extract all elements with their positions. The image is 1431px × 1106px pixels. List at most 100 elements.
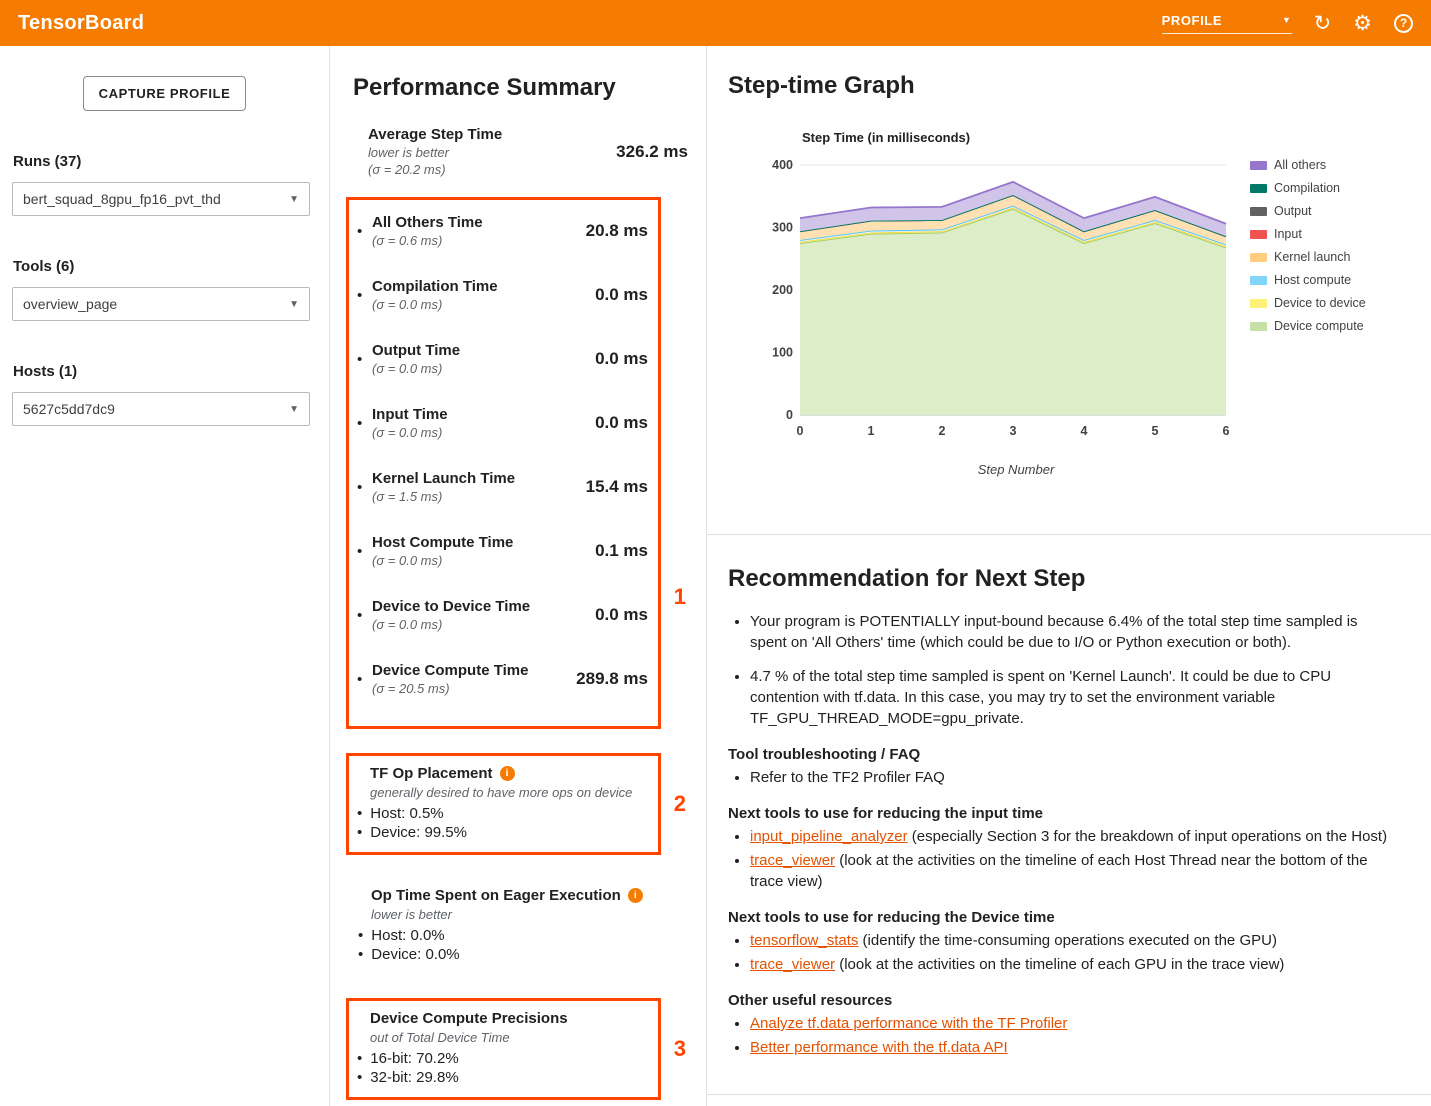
rec-item-text: (look at the activities on the timeline … [835, 956, 1284, 973]
legend-label: Device compute [1274, 319, 1364, 333]
rec-link[interactable]: tensorflow_stats [750, 932, 858, 949]
chevron-down-icon: ▼ [289, 404, 299, 415]
metric-sigma: (σ = 0.0 ms) [372, 361, 587, 376]
rec-item-text: (look at the activities on the timeline … [750, 852, 1368, 890]
rec-list-item: trace_viewer (look at the activities on … [750, 850, 1391, 892]
annotation-box-2: 2 TF Op Placement i generally desired to… [346, 753, 661, 855]
hosts-select-value: 5627c5dd7dc9 [23, 401, 115, 417]
legend-item: Input [1250, 227, 1366, 241]
legend-label: Kernel launch [1274, 250, 1350, 264]
bullet-icon: • [357, 671, 372, 688]
rec-link[interactable]: input_pipeline_analyzer [750, 828, 908, 845]
step-time-graph-title: Step-time Graph [728, 72, 1431, 100]
metric-sigma: (σ = 20.2 ms) [368, 162, 608, 177]
recommendation-title: Recommendation for Next Step [728, 565, 1391, 593]
svg-text:2: 2 [939, 424, 946, 438]
svg-text:0: 0 [786, 408, 793, 422]
bullet-icon: • [357, 287, 372, 304]
metric-value: 289.8 ms [576, 669, 648, 689]
step-time-graph-panel: Step-time Graph Step Time (in millisecon… [707, 46, 1431, 535]
tools-select-value: overview_page [23, 296, 117, 312]
info-icon[interactable]: i [628, 888, 643, 903]
legend-label: Output [1274, 204, 1312, 218]
metric-label: Device Compute Time [372, 662, 568, 679]
reload-icon[interactable]: ↻ [1314, 13, 1332, 34]
legend-label: Host compute [1274, 273, 1351, 287]
rec-link[interactable]: trace_viewer [750, 956, 835, 973]
rec-link[interactable]: Better performance with the tf.data API [750, 1039, 1008, 1056]
metric-row: • Output Time (σ = 0.0 ms) 0.0 ms [357, 342, 648, 376]
metric-sigma: (σ = 20.5 ms) [372, 681, 568, 696]
svg-text:100: 100 [772, 346, 793, 360]
metric-row: • Device Compute Time (σ = 20.5 ms) 289.… [357, 662, 648, 696]
sidebar: CAPTURE PROFILE Runs (37) bert_squad_8gp… [0, 46, 330, 1106]
svg-text:200: 200 [772, 283, 793, 297]
legend-swatch-icon [1250, 299, 1267, 308]
rec-section-heading: Next tools to use for reducing the Devic… [728, 909, 1391, 926]
rec-list-item: input_pipeline_analyzer (especially Sect… [750, 826, 1391, 847]
metric-row: • Kernel Launch Time (σ = 1.5 ms) 15.4 m… [357, 470, 648, 504]
metric-sigma: (σ = 0.0 ms) [372, 297, 587, 312]
dashboard-select-value: PROFILE [1162, 13, 1223, 28]
list-item: 16-bit: 70.2% [357, 1049, 646, 1068]
rec-section-heading: Other useful resources [728, 992, 1391, 1009]
tools-select[interactable]: overview_page ▼ [12, 287, 310, 321]
legend-item: Device to device [1250, 296, 1366, 310]
legend-item: Device compute [1250, 319, 1366, 333]
annotation-box-1: 1 • All Others Time (σ = 0.6 ms) 20.8 ms… [346, 197, 661, 729]
chevron-down-icon: ▼ [289, 194, 299, 205]
dashboard-select[interactable]: PROFILE ▼ [1162, 13, 1292, 34]
chevron-down-icon: ▼ [289, 299, 299, 310]
hosts-select[interactable]: 5627c5dd7dc9 ▼ [12, 392, 310, 426]
metric-sigma: (σ = 0.6 ms) [372, 233, 578, 248]
app-title: TensorBoard [18, 12, 144, 35]
gear-icon[interactable]: ⚙ [1353, 13, 1372, 34]
list-item: Host: 0.0% [358, 926, 688, 945]
annotation-number-1: 1 [674, 584, 686, 610]
metric-value: 0.0 ms [595, 605, 648, 625]
svg-text:4: 4 [1081, 424, 1088, 438]
legend-label: All others [1274, 158, 1326, 172]
metric-value: 20.8 ms [586, 221, 648, 241]
metric-row: • Input Time (σ = 0.0 ms) 0.0 ms [357, 406, 648, 440]
bullet-icon: • [357, 479, 372, 496]
legend-item: Host compute [1250, 273, 1366, 287]
average-step-time-row: Average Step Time lower is better (σ = 2… [353, 126, 688, 177]
metric-label: All Others Time [372, 214, 578, 231]
device-compute-precisions-title: Device Compute Precisions [370, 1010, 568, 1027]
svg-text:400: 400 [772, 158, 793, 172]
runs-select[interactable]: bert_squad_8gpu_fp16_pvt_thd ▼ [12, 182, 310, 216]
metric-value: 15.4 ms [586, 477, 648, 497]
legend-swatch-icon [1250, 253, 1267, 262]
performance-summary-title: Performance Summary [353, 74, 688, 102]
rec-list-item: Refer to the TF2 Profiler FAQ [750, 767, 1391, 788]
info-icon[interactable]: i [500, 766, 515, 781]
rec-link[interactable]: Analyze tf.data performance with the TF … [750, 1015, 1067, 1032]
bullet-icon: • [357, 415, 372, 432]
bullet-icon: • [357, 351, 372, 368]
metric-row: • Device to Device Time (σ = 0.0 ms) 0.0… [357, 598, 648, 632]
help-icon[interactable]: ? [1394, 14, 1413, 33]
runs-label: Runs (37) [13, 153, 329, 170]
metric-label: Average Step Time [368, 126, 608, 143]
eager-execution-section: Op Time Spent on Eager Execution i lower… [353, 887, 688, 964]
metric-sigma: (σ = 0.0 ms) [372, 425, 587, 440]
bullet-icon: • [357, 607, 372, 624]
performance-summary-panel: Performance Summary Average Step Time lo… [330, 46, 707, 1106]
legend-swatch-icon [1250, 322, 1267, 331]
rec-item-text: (identify the time-consuming operations … [858, 932, 1277, 949]
svg-text:3: 3 [1010, 424, 1017, 438]
svg-text:5: 5 [1152, 424, 1159, 438]
metric-value: 0.0 ms [595, 349, 648, 369]
metric-row: • Host Compute Time (σ = 0.0 ms) 0.1 ms [357, 534, 648, 568]
chart-x-axis-label: Step Number [756, 462, 1236, 477]
recommendation-bullet: 4.7 % of the total step time sampled is … [750, 666, 1391, 729]
rec-item-text: (especially Section 3 for the breakdown … [908, 828, 1387, 845]
rec-list-item: tensorflow_stats (identify the time-cons… [750, 930, 1391, 951]
legend-label: Input [1274, 227, 1302, 241]
capture-profile-button[interactable]: CAPTURE PROFILE [83, 76, 247, 111]
rec-list-item: Analyze tf.data performance with the TF … [750, 1013, 1391, 1034]
rec-link[interactable]: trace_viewer [750, 852, 835, 869]
hosts-label: Hosts (1) [13, 363, 329, 380]
metric-sigma: (σ = 0.0 ms) [372, 617, 587, 632]
